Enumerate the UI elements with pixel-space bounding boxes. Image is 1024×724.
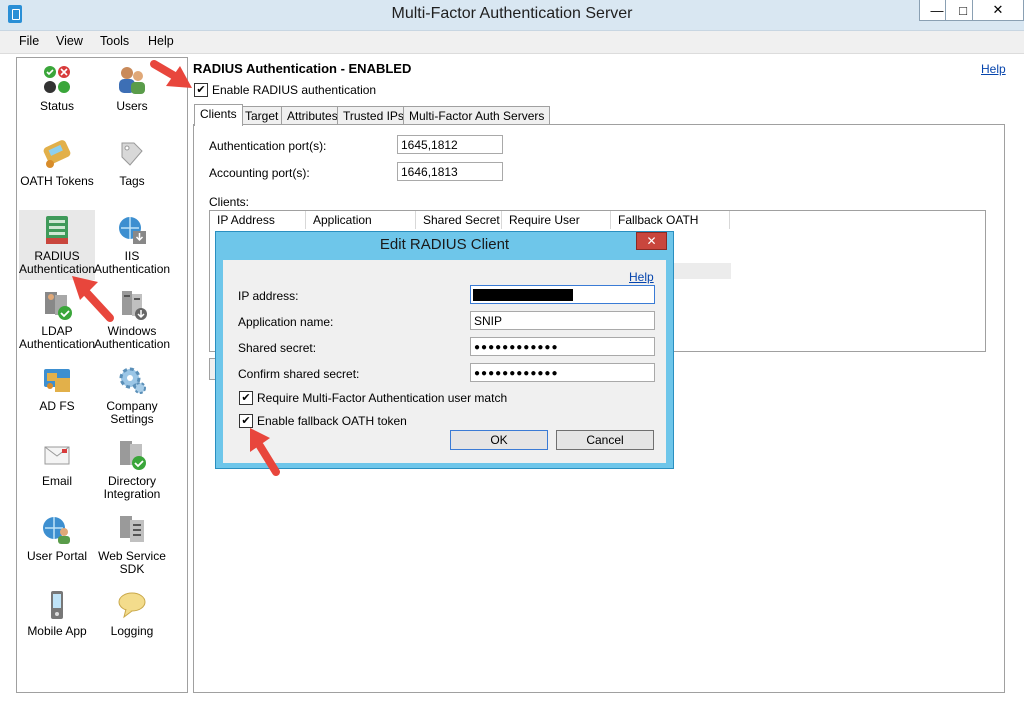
application-name-input[interactable]: SNIP bbox=[470, 311, 655, 330]
nav-label: Company Settings bbox=[106, 399, 158, 426]
dialog-body: Help IP address: Application name: SNIP … bbox=[223, 260, 666, 463]
nav-label: LDAP Authentication bbox=[19, 324, 96, 351]
dialog-help-link[interactable]: Help bbox=[629, 270, 654, 284]
tags-icon bbox=[116, 139, 148, 171]
nav-item-logging[interactable]: Logging bbox=[94, 589, 170, 638]
directory-icon bbox=[116, 439, 148, 471]
tab-clients[interactable]: Clients bbox=[194, 104, 243, 126]
menu-file[interactable]: File bbox=[19, 34, 39, 48]
iis-icon bbox=[116, 214, 148, 246]
acct-ports-input[interactable]: 1646,1813 bbox=[397, 162, 503, 181]
nav-item-radius[interactable]: RADIUS Authentication bbox=[19, 210, 95, 280]
nav-label: OATH Tokens bbox=[20, 174, 94, 188]
nav-label: Status bbox=[39, 99, 75, 113]
annotation-arrow-icon bbox=[72, 276, 114, 322]
nav-label: Users bbox=[116, 99, 148, 113]
shared-secret-label: Shared secret: bbox=[238, 341, 317, 355]
nav-item-status[interactable]: Status bbox=[19, 64, 95, 113]
email-icon bbox=[41, 439, 73, 471]
nav-item-adfs[interactable]: AD FS bbox=[19, 364, 95, 413]
nav-item-directory-integration[interactable]: Directory Integration bbox=[94, 439, 170, 501]
sdk-icon bbox=[116, 514, 148, 546]
column-header-require-match[interactable]: Require User Match bbox=[502, 211, 611, 245]
column-header-ip[interactable]: IP Address bbox=[210, 211, 306, 229]
nav-label: Mobile App bbox=[27, 624, 87, 638]
acct-ports-label: Accounting port(s): bbox=[209, 166, 310, 180]
tab-attributes[interactable]: Attributes bbox=[281, 106, 344, 125]
nav-item-company-settings[interactable]: Company Settings bbox=[94, 364, 170, 426]
nav-label: Directory Integration bbox=[103, 474, 161, 501]
redaction-block bbox=[473, 289, 573, 301]
nav-item-tags[interactable]: Tags bbox=[94, 139, 170, 188]
logging-icon bbox=[116, 589, 148, 621]
radius-icon bbox=[41, 214, 73, 246]
annotation-arrow-icon bbox=[250, 428, 280, 476]
enable-radius-label: Enable RADIUS authentication bbox=[212, 83, 377, 97]
ok-button[interactable]: OK bbox=[450, 430, 548, 450]
tab-mfa-servers[interactable]: Multi-Factor Auth Servers bbox=[403, 106, 551, 125]
nav-item-email[interactable]: Email bbox=[19, 439, 95, 488]
tab-trusted-ips[interactable]: Trusted IPs bbox=[337, 106, 410, 125]
nav-item-user-portal[interactable]: User Portal bbox=[19, 514, 95, 563]
confirm-secret-input[interactable]: ●●●●●●●●●●●● bbox=[470, 363, 655, 382]
auth-ports-label: Authentication port(s): bbox=[209, 139, 327, 153]
company-settings-icon bbox=[116, 364, 148, 396]
column-header-application[interactable]: Application bbox=[306, 211, 416, 229]
clients-label: Clients: bbox=[209, 195, 250, 209]
shared-secret-input[interactable]: ●●●●●●●●●●●● bbox=[470, 337, 655, 356]
help-link[interactable]: Help bbox=[981, 62, 1006, 76]
nav-label: Tags bbox=[119, 174, 145, 188]
tab-target[interactable]: Target bbox=[239, 106, 285, 125]
nav-label: Web Service SDK bbox=[98, 549, 166, 576]
nav-item-iis[interactable]: IIS Authentication bbox=[94, 214, 170, 276]
cancel-button[interactable]: Cancel bbox=[556, 430, 654, 450]
annotation-arrow-icon bbox=[150, 60, 192, 88]
menu-bar: File View Tools Help bbox=[0, 31, 1024, 54]
title-bar: Multi-Factor Authentication Server — □ ✕ bbox=[0, 0, 1024, 31]
oath-tokens-icon bbox=[41, 139, 73, 171]
nav-item-mobile-app[interactable]: Mobile App bbox=[19, 589, 95, 638]
close-button[interactable]: ✕ bbox=[972, 0, 1024, 21]
nav-label: Logging bbox=[110, 624, 154, 638]
windows-auth-icon bbox=[116, 289, 148, 321]
menu-help[interactable]: Help bbox=[148, 34, 174, 48]
auth-ports-input[interactable]: 1645,1812 bbox=[397, 135, 503, 154]
ip-address-input[interactable] bbox=[470, 285, 655, 304]
nav-label: Email bbox=[41, 474, 72, 488]
application-name-label: Application name: bbox=[238, 315, 334, 329]
navigation-pane: Status Users OATH Tokens Tags RADIUS Aut… bbox=[16, 57, 188, 693]
page-title: RADIUS Authentication - ENABLED bbox=[193, 61, 412, 76]
adfs-icon bbox=[41, 364, 73, 396]
column-header-fallback-oath[interactable]: Fallback OATH Token bbox=[611, 211, 730, 245]
nav-item-web-service-sdk[interactable]: Web Service SDK bbox=[94, 514, 170, 576]
confirm-secret-label: Confirm shared secret: bbox=[238, 367, 360, 381]
ip-address-label: IP address: bbox=[238, 289, 299, 303]
nav-label: User Portal bbox=[26, 549, 88, 563]
menu-tools[interactable]: Tools bbox=[100, 34, 129, 48]
require-match-checkbox[interactable]: ✔ bbox=[239, 391, 253, 405]
window-title: Multi-Factor Authentication Server bbox=[391, 5, 633, 22]
user-portal-icon bbox=[41, 514, 73, 546]
status-icon bbox=[41, 64, 73, 96]
enable-radius-checkbox[interactable]: ✔ bbox=[194, 83, 208, 97]
mobile-app-icon bbox=[41, 589, 73, 621]
dialog-title: Edit RADIUS Client bbox=[379, 236, 510, 253]
menu-view[interactable]: View bbox=[56, 34, 83, 48]
users-icon bbox=[116, 64, 148, 96]
require-match-label: Require Multi-Factor Authentication user… bbox=[257, 391, 508, 405]
column-header-shared-secret[interactable]: Shared Secret bbox=[416, 211, 502, 229]
nav-label: Windows Authentication bbox=[94, 324, 171, 351]
dialog-close-button[interactable]: ✕ bbox=[636, 232, 667, 250]
nav-item-oath-tokens[interactable]: OATH Tokens bbox=[19, 139, 95, 188]
nav-label: AD FS bbox=[39, 399, 75, 413]
